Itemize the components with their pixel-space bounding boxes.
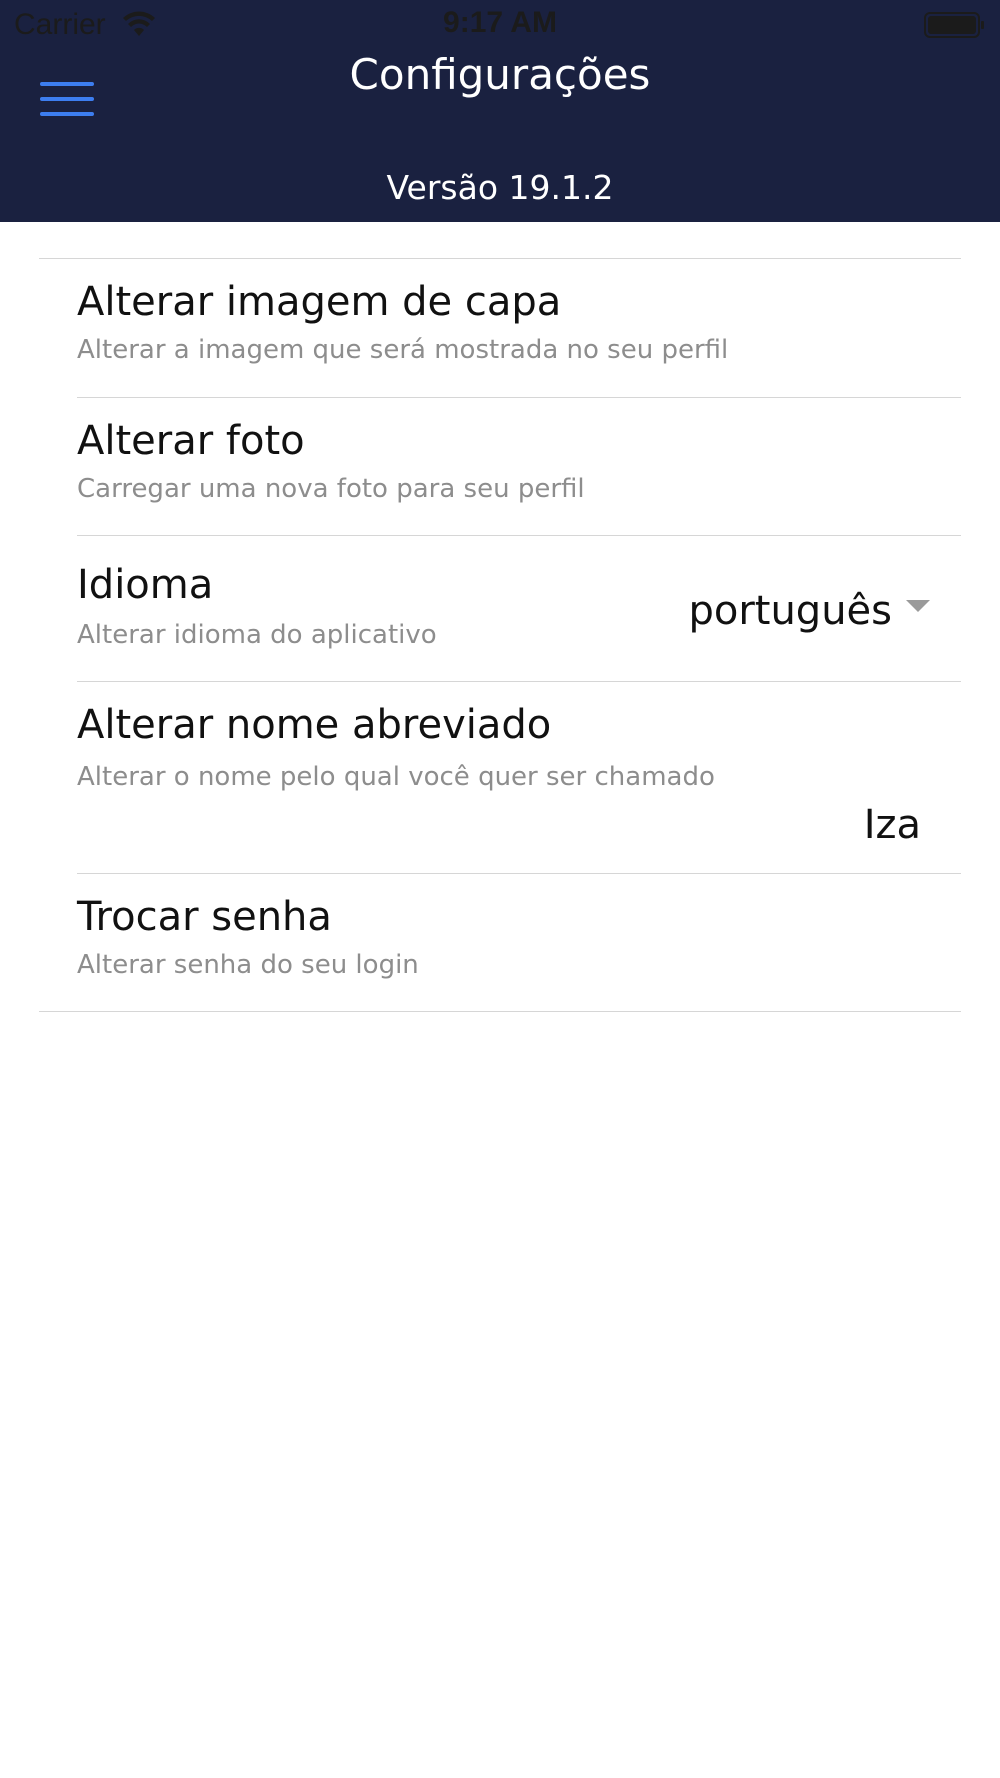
settings-item-title: Alterar imagem de capa bbox=[77, 279, 562, 325]
status-bar: Carrier 9:17 AM bbox=[0, 0, 1000, 50]
settings-item-cover-image[interactable]: Alterar imagem de capa Alterar a imagem … bbox=[0, 259, 1000, 397]
page-title: Configurações bbox=[349, 50, 651, 99]
settings-item-password[interactable]: Trocar senha Alterar senha do seu login bbox=[0, 874, 1000, 1012]
settings-item-photo[interactable]: Alterar foto Carregar uma nova foto para… bbox=[0, 398, 1000, 536]
settings-item-language[interactable]: Idioma Alterar idioma do aplicativo port… bbox=[0, 536, 1000, 682]
settings-item-title: Idioma bbox=[77, 562, 214, 608]
language-selected-value: português bbox=[688, 588, 892, 634]
settings-item-title: Alterar foto bbox=[77, 418, 305, 464]
status-clock: 9:17 AM bbox=[443, 6, 557, 39]
app-version: Versão 19.1.2 bbox=[386, 168, 614, 207]
nickname-value[interactable]: Iza bbox=[864, 802, 921, 848]
settings-item-title: Alterar nome abreviado bbox=[77, 702, 552, 748]
battery-icon bbox=[924, 12, 984, 38]
caret-down-icon bbox=[906, 600, 930, 612]
settings-item-subtitle: Carregar uma nova foto para seu perfil bbox=[77, 474, 585, 504]
list-bottom-divider bbox=[39, 1011, 961, 1012]
settings-item-subtitle: Alterar senha do seu login bbox=[77, 950, 419, 980]
settings-item-title: Trocar senha bbox=[77, 894, 332, 940]
settings-item-nickname[interactable]: Alterar nome abreviado Alterar o nome pe… bbox=[0, 682, 1000, 874]
settings-item-subtitle: Alterar a imagem que será mostrada no se… bbox=[77, 335, 729, 365]
language-dropdown[interactable]: português bbox=[688, 588, 930, 634]
app-header: Carrier 9:17 AM Configurações Versão 19.… bbox=[0, 0, 1000, 222]
settings-item-subtitle: Alterar idioma do aplicativo bbox=[77, 620, 437, 650]
settings-item-subtitle: Alterar o nome pelo qual você quer ser c… bbox=[77, 762, 715, 792]
